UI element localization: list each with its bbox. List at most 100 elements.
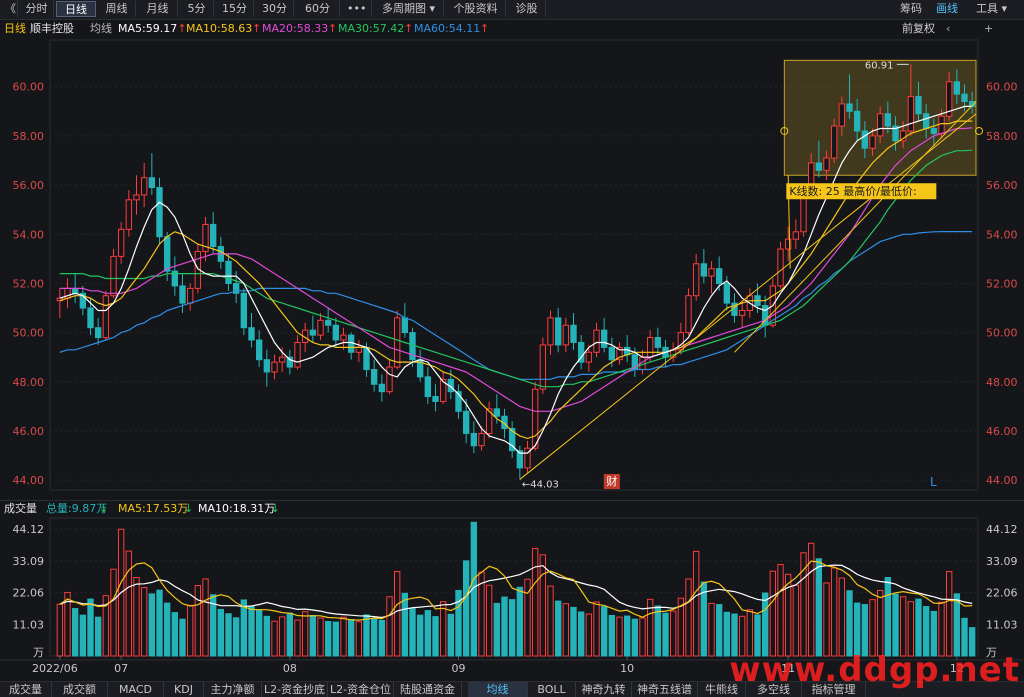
price-tick-right-4: 52.00: [986, 277, 1018, 290]
candle-body-13: [156, 187, 163, 238]
candle-body-114: [930, 128, 938, 134]
volume-bar-106: [869, 599, 876, 657]
candle-body-17: [186, 287, 194, 304]
volume-bar-53: [462, 560, 470, 657]
candle-body-41: [370, 369, 378, 385]
indicator-tab-11[interactable]: 神奇五线谱: [632, 682, 698, 697]
volume-bar-25: [248, 606, 255, 657]
vol-tick-left-3: 11.03: [13, 618, 45, 631]
indicator-tab-5[interactable]: L2-资金抄底: [262, 682, 328, 697]
volume-bar-96: [792, 584, 800, 657]
candle-body-42: [378, 383, 386, 393]
volume-bar-62: [531, 547, 539, 657]
volume-bar-38: [347, 618, 355, 657]
indicator-tab-0[interactable]: 成交量: [0, 682, 52, 697]
kline-chart[interactable]: 60.00 60.00 58.00 58.00 56.00 56.00 54.00 54.00…: [0, 0, 1024, 696]
candle-body-86: [715, 268, 723, 284]
indicator-tab-1[interactable]: 成交额: [52, 682, 108, 697]
volume-bar-48: [424, 610, 432, 657]
volume-bar-37: [340, 616, 347, 657]
volume-legend-bar: 成交量 总量:9.87万 ↓ MA5:17.53万 ↓ MA10:18.31万 ↓: [0, 500, 1024, 517]
volume-bar-92: [761, 592, 769, 657]
candle-body-2: [71, 287, 79, 294]
candle-body-66: [562, 324, 570, 346]
volume-bar-115: [938, 601, 945, 657]
candle-body-39: [355, 346, 363, 353]
volume-bar-30: [286, 612, 294, 657]
volume-bar-18: [194, 585, 202, 657]
volume-bar-19: [202, 578, 209, 657]
candle-body-14: [163, 236, 171, 272]
indicator-tab-9[interactable]: BOLL: [528, 682, 576, 697]
candle-body-25: [248, 327, 255, 341]
candle-body-72: [608, 346, 616, 361]
volume-bar-76: [639, 617, 646, 657]
volume-bar-14: [163, 602, 171, 657]
candle-body-65: [554, 317, 562, 346]
vol-tick-left-0: 44.12: [13, 523, 45, 536]
volume-bar-108: [884, 577, 892, 657]
volume-bar-73: [616, 616, 623, 657]
volume-bar-50: [439, 601, 447, 657]
price-tick-right-0: 60.00: [986, 81, 1018, 94]
candle-body-44: [393, 317, 401, 368]
kline-info-text: K线数: 25 最高价/最低价:: [789, 184, 916, 198]
indicator-tab-4[interactable]: 主力净额: [204, 682, 262, 697]
candle-body-104: [853, 110, 861, 132]
candle-body-33: [309, 329, 317, 336]
price-tick-right-1: 58.00: [986, 130, 1018, 143]
volume-bar-93: [769, 570, 777, 657]
price-tick-left-3: 54.00: [13, 228, 45, 241]
volume-bar-110: [899, 596, 907, 657]
volume-bar-109: [892, 593, 899, 657]
candle-body-71: [600, 329, 608, 348]
x-tick-1: 07: [114, 662, 128, 675]
candle-body-31: [294, 341, 301, 368]
volume-bar-69: [585, 613, 593, 657]
indicator-tab-8[interactable]: 均线: [468, 682, 528, 697]
candle-body-36: [332, 324, 340, 341]
volume-bar-32: [301, 611, 309, 657]
candle-body-118: [961, 93, 968, 102]
volume-bar-21: [217, 608, 225, 657]
candle-body-113: [922, 113, 930, 130]
vol-tick-right-0: 44.12: [986, 523, 1018, 536]
volume-bar-86: [715, 604, 723, 657]
candle-body-106: [869, 135, 876, 149]
volume-bar-0: [56, 603, 64, 657]
vol-legend-ma5: MA5:17.53万: [118, 502, 189, 515]
volume-bar-31: [294, 619, 301, 657]
volume-bar-9: [125, 550, 133, 657]
price-tick-left-8: 44.00: [13, 474, 45, 487]
x-tick-4: 10: [620, 662, 634, 675]
volume-bar-75: [631, 618, 639, 657]
vol-legend-title: 成交量: [4, 502, 37, 515]
volume-bar-45: [401, 592, 409, 657]
candle-body-102: [838, 103, 846, 127]
x-tick-0: 2022/06: [32, 662, 78, 675]
candle-body-99: [815, 162, 823, 171]
candle-body-28: [271, 361, 278, 373]
volume-bar-60: [516, 586, 524, 657]
volume-bar-23: [232, 617, 240, 657]
vol-legend-ma5-arrow: ↓: [184, 502, 194, 515]
vol-legend-ma10-arrow: ↓: [270, 502, 280, 515]
volume-bar-101: [830, 567, 838, 657]
volume-bar-2: [71, 608, 79, 657]
indicator-tab-3[interactable]: KDJ: [164, 682, 204, 697]
candle-body-7: [110, 255, 117, 297]
indicator-tab-6[interactable]: L2-资金仓位: [328, 682, 394, 697]
x-tick-2: 08: [283, 662, 297, 675]
volume-bar-40: [363, 614, 370, 657]
volume-bar-105: [861, 604, 869, 657]
indicator-tab-2[interactable]: MACD: [108, 682, 164, 697]
indicator-tab-10[interactable]: 神奇九转: [576, 682, 632, 697]
price-tick-right-6: 48.00: [986, 376, 1018, 389]
volume-bar-13: [156, 589, 163, 657]
volume-bar-46: [409, 608, 416, 657]
volume-bar-72: [608, 614, 616, 657]
indicator-tab-7[interactable]: 陆股通资金: [394, 682, 462, 697]
price-tick-right-5: 50.00: [986, 327, 1018, 340]
volume-bar-58: [501, 596, 508, 657]
volume-bar-33: [309, 614, 317, 657]
